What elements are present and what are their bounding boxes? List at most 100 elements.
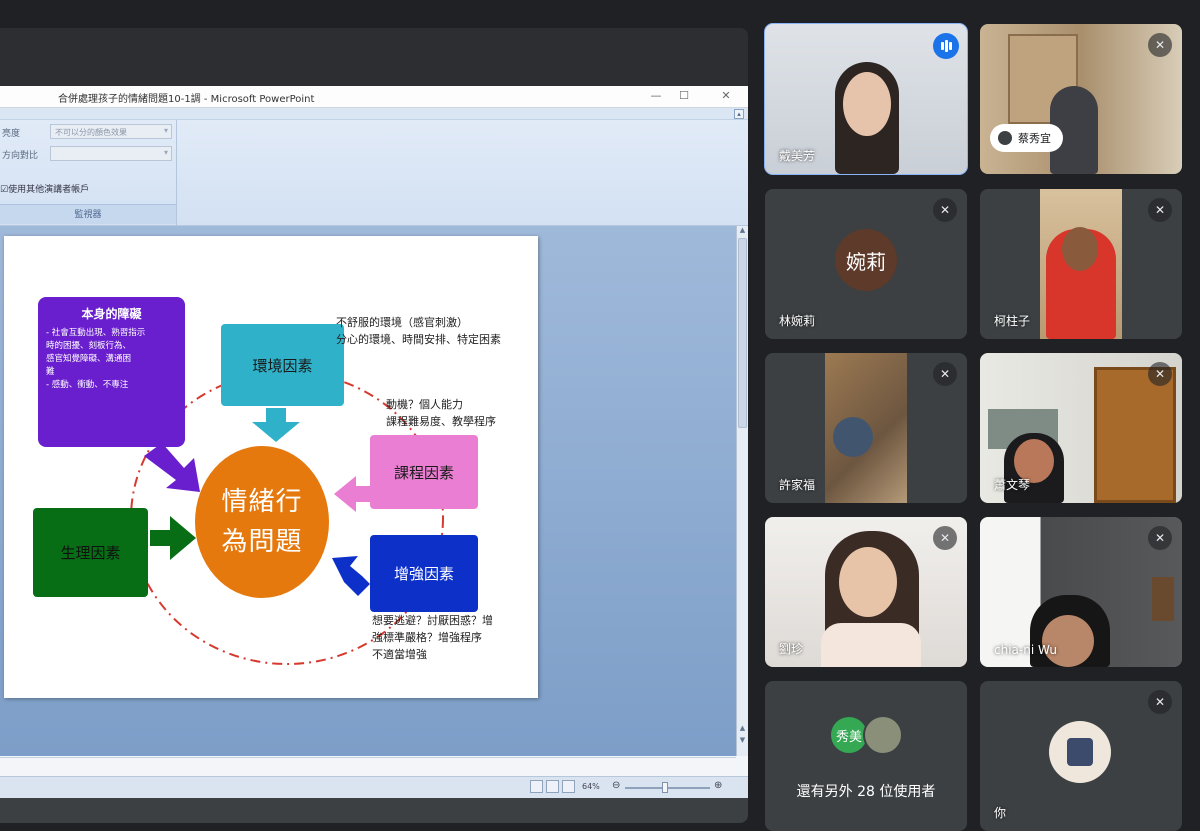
arrow-teal: [252, 408, 300, 442]
self-barrier-line: 難: [46, 367, 55, 377]
video-feed-object: [833, 417, 873, 457]
ribbon: ▴ 亮度 不可以分的顏色效果 方向對比 ☑使用其他演講者帳戶 監視器: [0, 108, 748, 226]
slide: 本身的障礙 - 社會互動出現、熟習指示 時的困擾、刻板行為、 感官知覺障礙、溝通…: [4, 236, 538, 698]
mic-off-icon: ✕: [933, 526, 957, 550]
ribbon-tab-strip: ▴: [0, 108, 748, 120]
participant-tile[interactable]: ✕ 柯柱子: [980, 189, 1182, 339]
participant-name: 蕭文琴: [994, 478, 1031, 492]
maximize-button[interactable]: ☐: [676, 89, 692, 102]
powerpoint-window: 合併處理孩子的情緒問題10-1調 - Microsoft PowerPoint …: [0, 86, 748, 798]
environment-note: 不舒服的環境（感官刺激） 分心的環境、時間安排、特定困素: [336, 314, 501, 348]
circle-line: 為問題: [221, 527, 303, 557]
video-feed-face: [843, 72, 891, 136]
arrow-green: [150, 516, 196, 560]
participant-name-pill: 蔡秀宜: [990, 124, 1063, 152]
note-line: 課程難易度、教學程序: [386, 415, 496, 428]
participant-tile[interactable]: ✕ 許家福: [765, 353, 967, 503]
mic-off-icon: ✕: [1148, 33, 1172, 57]
vertical-scrollbar[interactable]: ▲ ▲ ▼: [736, 226, 748, 756]
note-line: 不適當增強: [372, 648, 427, 661]
arrow-purple: [144, 443, 200, 492]
participant-tile[interactable]: ✕ 蕭文琴: [980, 353, 1182, 503]
mic-off-icon: ✕: [1148, 198, 1172, 222]
avatar: [863, 715, 903, 755]
note-line: 強標準嚴格？增強程序: [372, 631, 482, 644]
slide-sorter-icon[interactable]: [546, 780, 559, 793]
close-button[interactable]: ✕: [718, 89, 734, 102]
arrow-blue: [332, 556, 370, 596]
avatar: [1049, 721, 1111, 783]
participant-tile[interactable]: ✕ chia-ni Wu: [980, 517, 1182, 667]
mic-off-icon: ✕: [1148, 690, 1172, 714]
arrow-pink: [334, 476, 370, 512]
mic-off-icon: ✕: [933, 198, 957, 222]
participant-name: 你: [994, 806, 1007, 820]
slide-editor: 本身的障礙 - 社會互動出現、熟習指示 時的困擾、刻板行為、 感官知覺障礙、溝通…: [0, 226, 748, 756]
note-line: 分心的環境、時間安排、特定困素: [336, 333, 501, 346]
ribbon-row-direction: 方向對比: [0, 144, 176, 163]
brightness-select[interactable]: 不可以分的顏色效果: [50, 124, 172, 139]
zoom-out-icon[interactable]: ⊖: [612, 780, 620, 791]
ribbon-collapse-icon[interactable]: ▴: [734, 109, 744, 119]
mic-off-icon: ✕: [1148, 526, 1172, 550]
ribbon-group-label: 監視器: [0, 204, 176, 224]
video-feed-face: [1062, 227, 1098, 271]
zoom-slider-knob[interactable]: [662, 782, 668, 793]
avatar: 婉莉: [835, 229, 897, 291]
slideshow-icon[interactable]: [562, 780, 575, 793]
zoom-level: 64%: [582, 782, 600, 791]
ribbon-row-label: 方向對比: [2, 151, 39, 161]
participant-tile[interactable]: ✕ 劉珍: [765, 517, 967, 667]
video-feed-face: [1042, 615, 1094, 667]
self-barrier-line: - 感動、衝動、不專注: [46, 380, 129, 390]
emotional-behavior-circle: 情緒行 為問題: [195, 446, 329, 598]
share-top-bar: [0, 28, 748, 86]
participant-name: 劉珍: [779, 642, 804, 656]
prev-slide-icon[interactable]: ▲: [737, 724, 748, 732]
ribbon-row-label: 亮度: [2, 129, 21, 139]
title-bar: 合併處理孩子的情緒問題10-1調 - Microsoft PowerPoint …: [0, 86, 748, 108]
self-tile[interactable]: ✕ 你: [980, 681, 1182, 831]
participant-name: 許家福: [779, 478, 816, 492]
mic-off-icon: ✕: [933, 362, 957, 386]
presenter-view-checkbox[interactable]: ☑使用其他演講者帳戶: [0, 182, 89, 195]
participant-name: chia-ni Wu: [994, 643, 1058, 657]
self-barrier-list: - 社會互動出現、熟習指示 時的困擾、刻板行為、 感官知覺障礙、溝通困 難 - …: [46, 327, 177, 392]
video-feed-clothes: [821, 623, 921, 667]
participant-tile[interactable]: 戴美芳: [764, 23, 968, 175]
scroll-thumb[interactable]: [738, 238, 747, 428]
ribbon-row-brightness: 亮度 不可以分的顏色效果: [0, 122, 176, 141]
window-title: 合併處理孩子的情緒問題10-1調 - Microsoft PowerPoint: [58, 94, 315, 105]
next-slide-icon[interactable]: ▼: [737, 736, 748, 744]
ribbon-divider: [176, 120, 177, 226]
self-barrier-line: - 社會互動出現、熟習指示: [46, 328, 146, 338]
participant-tile[interactable]: ✕ 蔡秀宜: [980, 24, 1182, 174]
self-barrier-title: 本身的障礙: [81, 307, 142, 321]
mic-off-icon: ✕: [1148, 362, 1172, 386]
self-barrier-box: 本身的障礙 - 社會互動出現、熟習指示 時的困擾、刻板行為、 感官知覺障礙、溝通…: [38, 297, 185, 447]
video-feed-frame: [1152, 577, 1174, 621]
screen-share-area: 合併處理孩子的情緒問題10-1調 - Microsoft PowerPoint …: [0, 28, 748, 823]
circle-line: 情緒行: [221, 487, 303, 517]
participant-name: 蔡秀宜: [1018, 132, 1051, 145]
normal-view-icon[interactable]: [530, 780, 543, 793]
more-participants-tile[interactable]: 秀美 還有另外 28 位使用者: [765, 681, 967, 831]
environment-factor-box: 環境因素: [221, 324, 344, 406]
horizontal-scrollbar[interactable]: [0, 757, 736, 775]
course-factor-box: 課程因素: [370, 435, 478, 509]
course-note: 動機？個人能力 課程難易度、教學程序: [386, 396, 496, 430]
zoom-in-icon[interactable]: ⊕: [714, 780, 722, 791]
note-line: 不舒服的環境（感官刺激）: [336, 316, 468, 329]
video-feed-face: [839, 547, 897, 617]
more-participants-label: 還有另外 28 位使用者: [796, 784, 936, 800]
video-feed-door: [1094, 367, 1176, 503]
reinforcement-factor-box: 增強因素: [370, 535, 478, 612]
participant-tile[interactable]: 婉莉 ✕ 林婉莉: [765, 189, 967, 339]
participant-name: 戴美芳: [779, 149, 816, 163]
participant-name: 柯柱子: [994, 314, 1031, 328]
direction-select[interactable]: [50, 146, 172, 161]
note-line: 想要逃避？討厭困惑？增: [372, 614, 493, 627]
scroll-up-icon[interactable]: ▲: [737, 226, 748, 234]
participant-name: 林婉莉: [779, 314, 816, 328]
minimize-button[interactable]: —: [648, 89, 664, 102]
